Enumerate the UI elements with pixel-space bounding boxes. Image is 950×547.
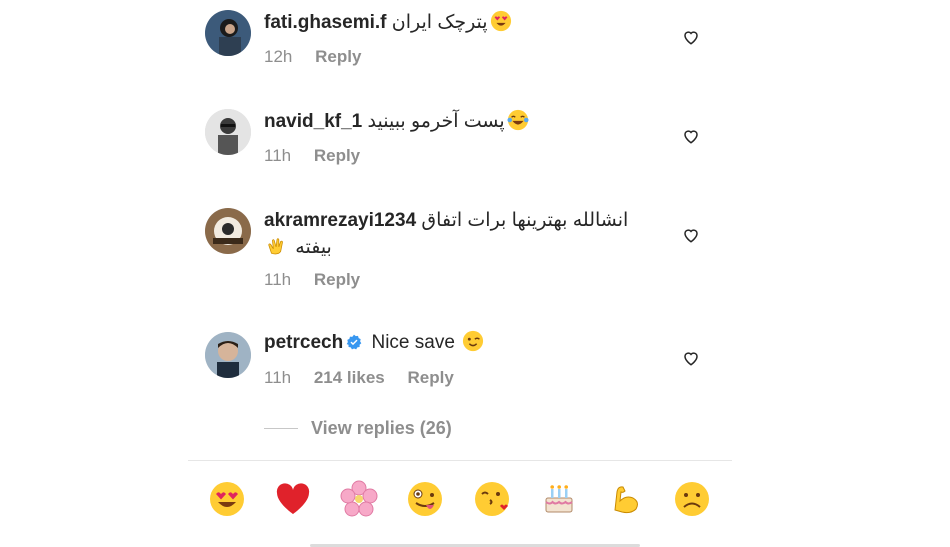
comment-body-line2: بیفته bbox=[295, 237, 332, 258]
comment-username[interactable]: akramrezayi1234 bbox=[264, 210, 416, 231]
divider bbox=[188, 460, 732, 461]
avatar[interactable] bbox=[205, 208, 251, 254]
comment-text: navid_kf_1 پست آخرمو ببینید bbox=[264, 108, 664, 135]
reply-button[interactable]: Reply bbox=[314, 146, 360, 165]
like-heart-icon[interactable] bbox=[682, 349, 700, 367]
comment-body: پترچک ایران bbox=[391, 12, 488, 33]
comment-text: petrcech Nice save bbox=[264, 329, 664, 356]
heart-eyes-emoji-icon[interactable] bbox=[208, 480, 246, 518]
comment-time: 12h bbox=[264, 47, 293, 66]
cherry-blossom-emoji-icon[interactable] bbox=[340, 480, 378, 518]
avatar[interactable] bbox=[205, 109, 251, 155]
tears-of-joy-emoji-icon bbox=[507, 109, 529, 131]
view-replies-line bbox=[264, 428, 298, 429]
comment-meta: 12h Reply bbox=[264, 47, 379, 67]
comment-username[interactable]: petrcech bbox=[264, 332, 343, 353]
likes-count[interactable]: 214 likes bbox=[314, 368, 385, 387]
view-replies-label: View replies (26) bbox=[311, 418, 452, 438]
view-replies-button[interactable]: View replies (26) bbox=[264, 418, 452, 439]
verified-badge-icon bbox=[346, 334, 362, 350]
flexed-biceps-emoji-icon[interactable] bbox=[607, 480, 645, 518]
comment-username[interactable]: navid_kf_1 bbox=[264, 111, 362, 132]
like-heart-icon[interactable] bbox=[682, 28, 700, 46]
red-heart-emoji-icon[interactable] bbox=[274, 480, 312, 518]
comment-meta: 11h Reply bbox=[264, 270, 378, 290]
comment-meta: 11h Reply bbox=[264, 146, 378, 166]
like-heart-icon[interactable] bbox=[682, 226, 700, 244]
comment-meta: 11h 214 likes Reply bbox=[264, 368, 472, 388]
comment-body: انشالله بهترینها برات اتفاق bbox=[421, 210, 629, 231]
comment-time: 11h bbox=[264, 270, 292, 289]
comment-text: fati.ghasemi.f پترچک ایران bbox=[264, 9, 664, 36]
comment-time: 11h bbox=[264, 146, 292, 165]
avatar[interactable] bbox=[205, 10, 251, 56]
comment-username[interactable]: fati.ghasemi.f bbox=[264, 12, 386, 33]
comment-time: 11h bbox=[264, 368, 292, 387]
comment-body: پست آخرمو ببینید bbox=[367, 111, 505, 132]
reply-button[interactable]: Reply bbox=[315, 47, 361, 66]
zany-face-emoji-icon[interactable] bbox=[406, 480, 444, 518]
comment-body: Nice save bbox=[371, 332, 455, 353]
winking-face-emoji-icon bbox=[462, 330, 484, 352]
heart-eyes-emoji-icon bbox=[490, 10, 512, 32]
birthday-cake-emoji-icon[interactable] bbox=[540, 480, 578, 518]
reply-button[interactable]: Reply bbox=[314, 270, 360, 289]
comment-text: akramrezayi1234 انشالله بهترینها برات ات… bbox=[264, 207, 664, 261]
reply-button[interactable]: Reply bbox=[407, 368, 453, 387]
frowning-face-emoji-icon[interactable] bbox=[673, 480, 711, 518]
like-heart-icon[interactable] bbox=[682, 127, 700, 145]
quick-emoji-bar bbox=[0, 480, 950, 522]
face-blowing-kiss-emoji-icon[interactable] bbox=[473, 480, 511, 518]
clapping-hands-emoji-icon bbox=[266, 235, 288, 257]
avatar[interactable] bbox=[205, 332, 251, 378]
